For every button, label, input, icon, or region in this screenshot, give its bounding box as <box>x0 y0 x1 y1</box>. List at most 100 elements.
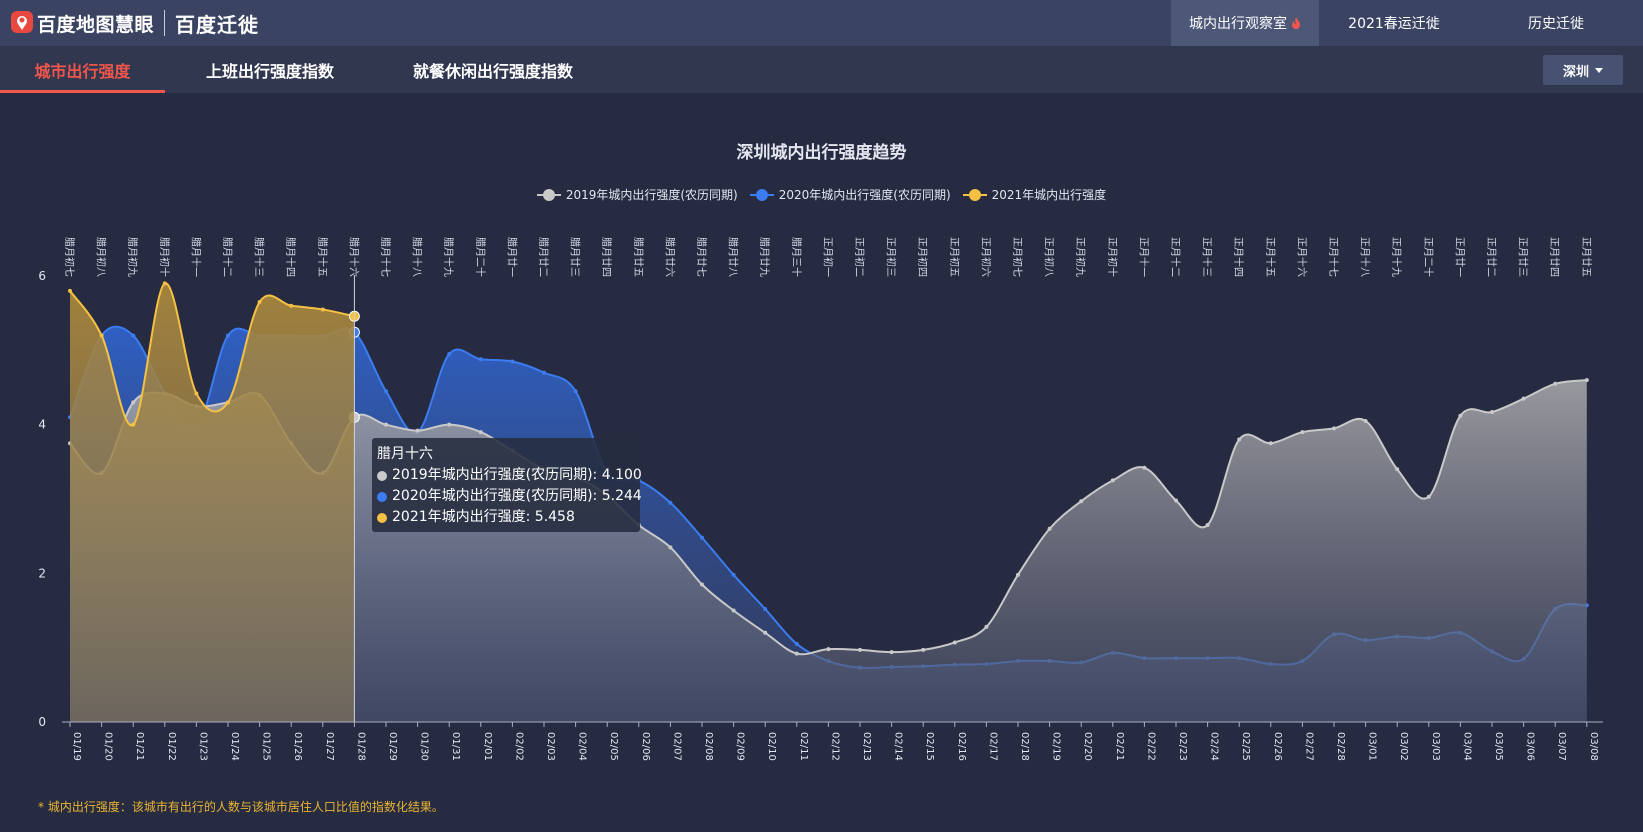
x-tick-label: 03/06 <box>1525 732 1536 761</box>
data-point-s2020[interactable] <box>510 359 515 364</box>
lunar-label: 正月廿一 <box>1453 237 1465 277</box>
nav-item-city-observatory[interactable]: 城内出行观察室 <box>1171 0 1319 46</box>
data-point-s2019[interactable] <box>1268 441 1273 446</box>
data-point-s2019[interactable] <box>1553 381 1558 386</box>
data-point-s2021[interactable] <box>68 288 72 293</box>
data-point-s2019[interactable] <box>1205 523 1210 528</box>
tooltip-text-2021: 2021年城内出行强度: 5.458 <box>392 509 575 525</box>
nav-item-2021-spring-migration[interactable]: 2021春运迁徙 <box>1319 0 1469 46</box>
legend-item-2021[interactable]: 2021年城内出行强度 <box>962 186 1106 203</box>
data-point-s2020[interactable] <box>447 352 452 357</box>
data-point-s2019[interactable] <box>700 582 704 587</box>
x-tick-label: 03/02 <box>1398 732 1409 761</box>
data-point-s2021[interactable] <box>226 400 230 405</box>
data-point-s2020[interactable] <box>700 535 704 540</box>
data-point-s2019[interactable] <box>1110 478 1115 483</box>
lunar-label: 腊月十三 <box>253 237 266 277</box>
x-tick-label: 02/07 <box>671 732 682 761</box>
data-point-s2020[interactable] <box>226 333 230 338</box>
lunar-label: 正月十三 <box>1201 237 1214 277</box>
lunar-label: 腊月廿七 <box>695 237 707 277</box>
data-point-s2019[interactable] <box>921 647 926 652</box>
lunar-label: 腊月廿九 <box>758 237 770 277</box>
active-tab-underline <box>0 90 165 93</box>
lunar-label: 正月十二 <box>1169 237 1182 277</box>
legend-item-2020[interactable]: 2020年城内出行强度(农历同期) <box>749 186 951 203</box>
data-point-s2021[interactable] <box>320 307 325 312</box>
data-point-s2021[interactable] <box>99 333 104 338</box>
lunar-label: 正月初三 <box>885 237 898 277</box>
lunar-label: 腊月初十 <box>158 237 171 277</box>
data-point-s2019[interactable] <box>1142 465 1147 470</box>
data-point-s2020[interactable] <box>731 572 736 577</box>
tab-dining-leisure-intensity[interactable]: 就餐休闲出行强度指数 <box>400 46 586 93</box>
lunar-label: 正月初七 <box>1011 237 1024 277</box>
x-tick-label: 01/24 <box>229 732 240 761</box>
nav-item-history-migration[interactable]: 历史迁徙 <box>1469 0 1643 46</box>
data-point-s2020[interactable] <box>384 389 388 394</box>
x-tick-label: 02/17 <box>987 732 998 761</box>
data-point-s2019[interactable] <box>794 651 799 656</box>
x-tick-label: 02/08 <box>703 732 714 761</box>
data-point-s2020[interactable] <box>794 641 799 646</box>
data-point-s2019[interactable] <box>1490 410 1494 415</box>
x-tick-label: 02/22 <box>1145 732 1156 761</box>
data-point-s2019[interactable] <box>1016 572 1020 577</box>
lunar-label: 腊月初七 <box>63 237 76 277</box>
data-point-s2020[interactable] <box>542 370 546 375</box>
tab-commute-intensity[interactable]: 上班出行强度指数 <box>190 46 350 93</box>
lunar-label: 正月廿二 <box>1485 237 1497 277</box>
travel-intensity-chart[interactable]: 腊月初七 腊月初八 腊月初九 腊月初十 腊月十一 腊月十二 腊月十三 腊月十四 腊月十五 腊月十六… <box>0 225 1643 765</box>
logo[interactable]: 百度地图慧眼 百度迁徙 <box>10 0 259 46</box>
data-point-s2020[interactable] <box>573 389 578 394</box>
data-point-s2021[interactable] <box>289 303 294 308</box>
data-point-s2019[interactable] <box>1426 494 1431 499</box>
x-tick-label: 01/25 <box>261 732 272 761</box>
city-select[interactable]: 深圳 <box>1543 55 1623 85</box>
data-point-s2019[interactable] <box>984 624 989 629</box>
data-point-s2020[interactable] <box>131 333 136 338</box>
x-tick-label: 01/22 <box>166 732 177 761</box>
data-point-s2020[interactable] <box>763 607 768 612</box>
x-tick-label: 03/07 <box>1556 732 1567 761</box>
data-point-s2019[interactable] <box>1584 378 1589 383</box>
data-point-s2019[interactable] <box>889 650 894 655</box>
data-point-s2021[interactable] <box>162 281 167 286</box>
data-point-s2021[interactable] <box>257 300 262 305</box>
data-point-s2019[interactable] <box>731 608 736 613</box>
data-point-s2019[interactable] <box>763 630 768 635</box>
data-point-s2019[interactable] <box>1363 418 1368 423</box>
x-tick-label: 02/12 <box>829 732 840 761</box>
data-point-s2019[interactable] <box>1047 526 1052 531</box>
data-point-s2019[interactable] <box>1458 413 1463 418</box>
data-point-s2019[interactable] <box>478 430 483 435</box>
data-point-s2019[interactable] <box>1332 426 1336 431</box>
legend-item-2019[interactable]: 2019年城内出行强度(农历同期) <box>536 186 738 203</box>
data-point-s2020[interactable] <box>478 357 483 362</box>
logo-divider <box>164 10 166 36</box>
data-point-s2019[interactable] <box>1521 396 1526 401</box>
data-point-s2019[interactable] <box>1237 437 1242 442</box>
flame-icon <box>1292 16 1300 29</box>
data-point-s2019[interactable] <box>1395 467 1400 472</box>
data-point-s2019[interactable] <box>384 422 388 427</box>
x-tick-label: 02/25 <box>1240 732 1251 761</box>
data-point-s2019[interactable] <box>1079 499 1084 504</box>
data-point-s2021[interactable] <box>131 422 136 427</box>
data-point-s2019[interactable] <box>415 428 420 433</box>
data-point-s2021[interactable] <box>194 391 199 396</box>
lunar-label: 正月十四 <box>1232 237 1245 277</box>
tab-city-travel-intensity[interactable]: 城市出行强度 <box>0 46 165 93</box>
x-tick-label: 02/06 <box>640 732 651 761</box>
data-point-s2019[interactable] <box>1300 430 1305 435</box>
data-point-s2019[interactable] <box>858 647 862 652</box>
data-point-s2019[interactable] <box>1174 498 1178 503</box>
data-point-s2020[interactable] <box>668 500 673 505</box>
lunar-label: 正月初八 <box>1043 237 1056 277</box>
tooltip-dot-2020 <box>377 491 387 502</box>
data-point-s2019[interactable] <box>131 400 136 405</box>
data-point-s2019[interactable] <box>826 647 831 652</box>
data-point-s2019[interactable] <box>447 422 452 427</box>
data-point-s2019[interactable] <box>952 640 957 645</box>
data-point-s2019[interactable] <box>668 545 673 550</box>
